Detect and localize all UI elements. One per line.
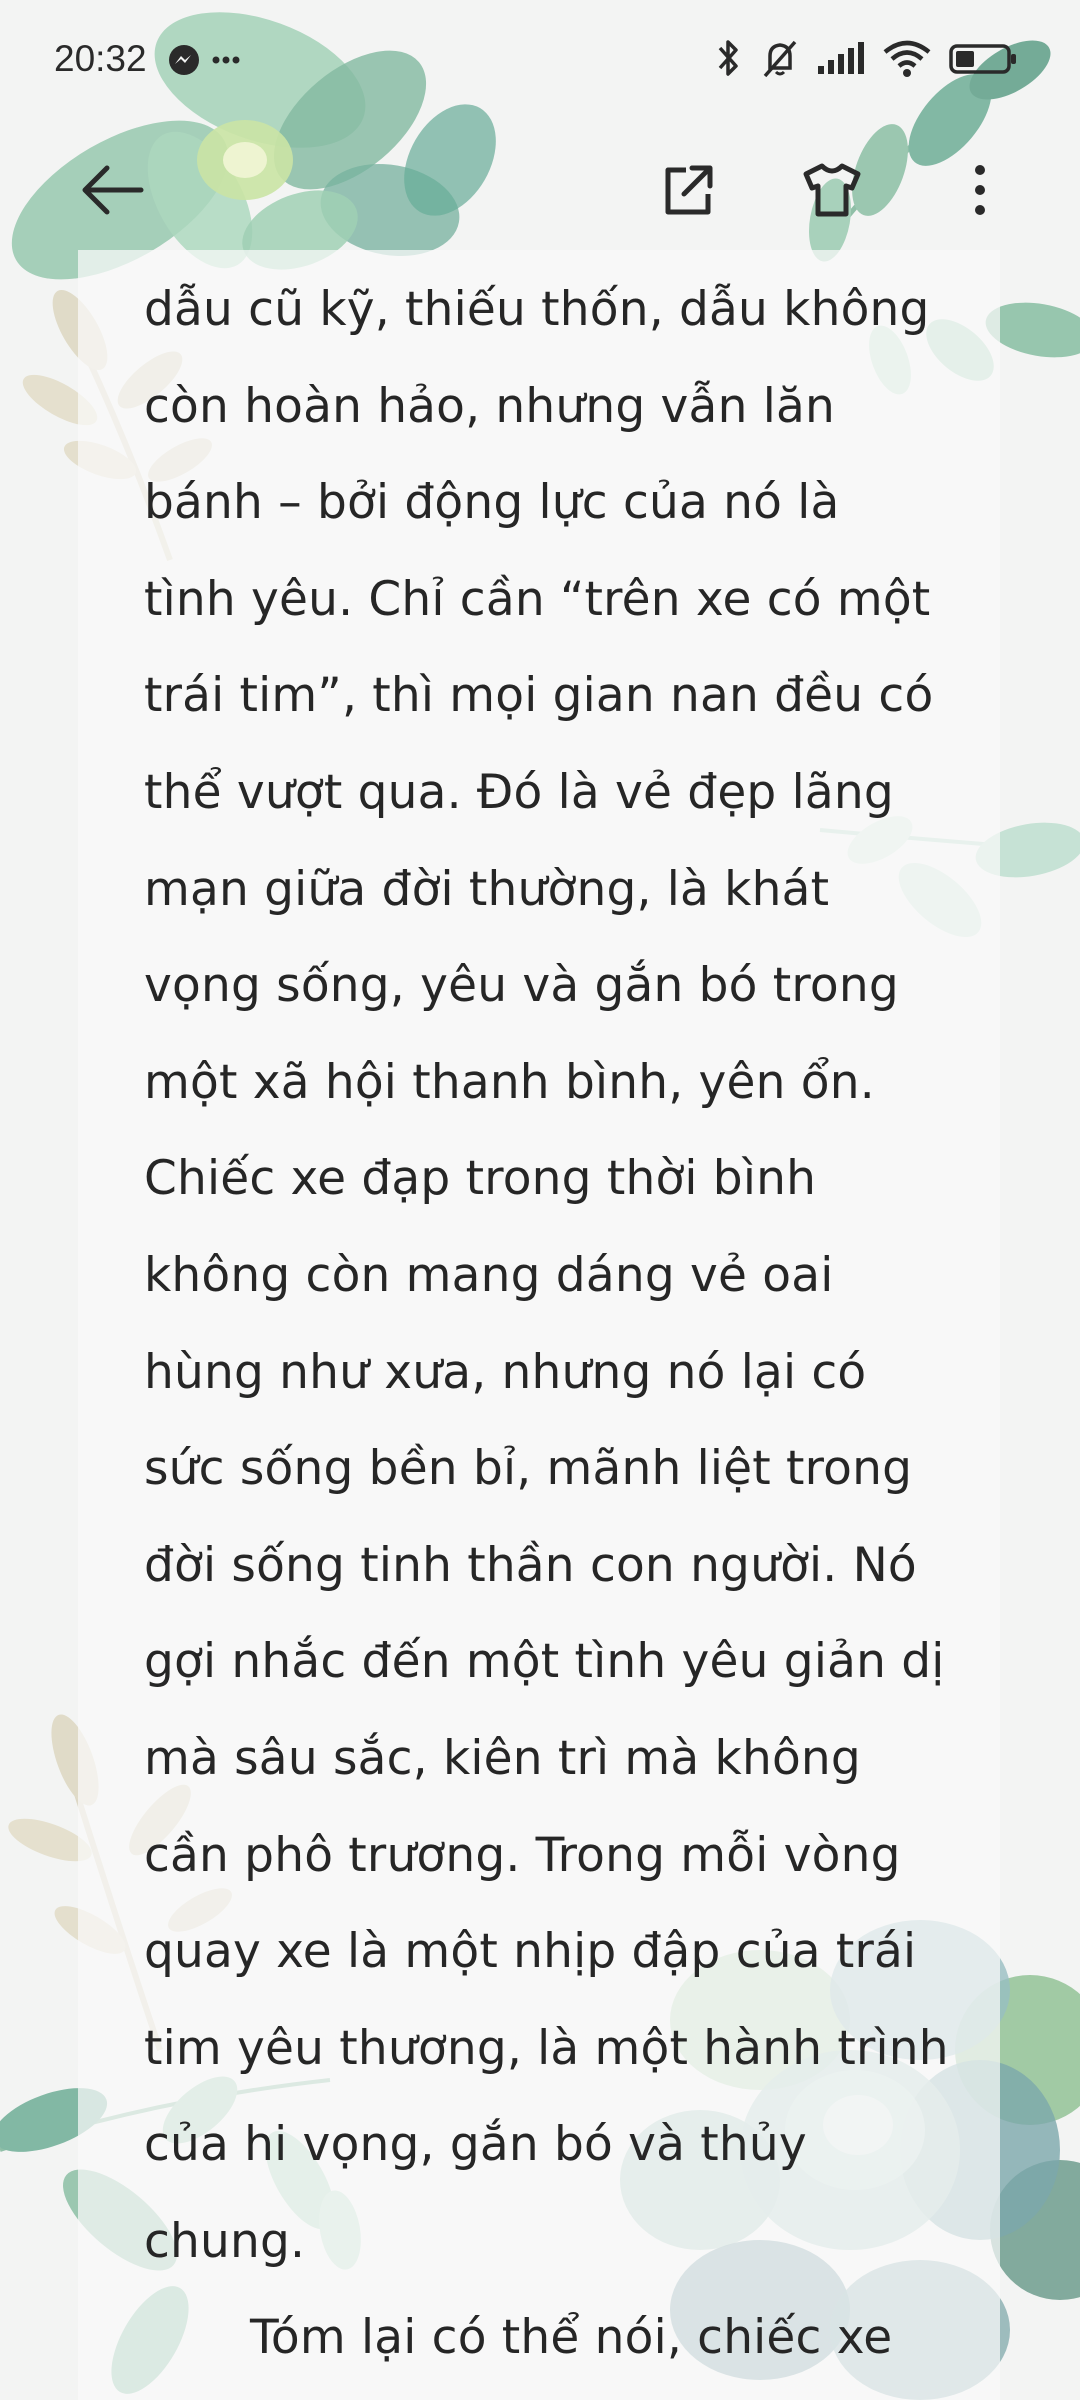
text-line: vọng sống, yêu và gắn bó trong <box>144 958 899 1014</box>
text-line: của hi vọng, gắn bó và thủy <box>144 2117 807 2173</box>
text-line: thể vượt qua. Đó là vẻ đẹp lãng <box>144 764 894 820</box>
text-line: chung. <box>144 2213 306 2269</box>
theme-shirt-icon <box>803 163 861 217</box>
text-line: cần phô trương. Trong mỗi vòng <box>144 1827 901 1883</box>
more-notifications-icon <box>212 56 240 64</box>
text-line: còn hoàn hảo, nhưng vẫn lăn <box>144 378 835 434</box>
battery-icon <box>949 44 1016 74</box>
text-line: sức sống bền bỉ, mãnh liệt trong <box>144 1441 913 1497</box>
text-line: tình yêu. Chỉ cần “trên xe có một <box>144 571 931 627</box>
messenger-icon <box>169 45 199 75</box>
reader-content[interactable]: dẫu cũ kỹ, thiếu thốn, dẫu không còn hoà… <box>144 262 949 2387</box>
open-external-button[interactable] <box>638 140 738 240</box>
open-external-icon <box>665 165 713 215</box>
text-line: quay xe là một nhịp đập của trái <box>144 1924 917 1980</box>
text-line: gợi nhắc đến một tình yêu giản dị <box>144 1634 945 1690</box>
status-left-icons <box>166 40 246 85</box>
text-line: đời sống tinh thần con người. Nó <box>144 1537 917 1593</box>
more-options-button[interactable] <box>930 140 1030 240</box>
wifi-icon <box>883 40 931 77</box>
theme-button[interactable] <box>782 140 882 240</box>
status-bar: 20:32 <box>0 0 1080 120</box>
text-line: mạn giữa đời thường, là khát <box>144 861 830 917</box>
reader-screen: 20:32 dẫu cũ kỹ, thiếu thốn, dẫu không c… <box>0 0 1080 2400</box>
text-line: một xã hội thanh bình, yên ổn. <box>144 1054 875 1110</box>
bluetooth-icon <box>718 40 738 76</box>
status-right-icons <box>714 36 1018 80</box>
signal-icon <box>818 42 864 74</box>
reader-toolbar <box>0 130 1080 250</box>
text-line: Chiếc xe đạp trong thời bình <box>144 1151 817 1207</box>
text-line: bánh – bởi động lực của nó là <box>144 475 840 531</box>
text-line: mà sâu sắc, kiên trì mà không <box>144 1730 861 1786</box>
muted-bell-icon <box>763 40 797 78</box>
back-button[interactable] <box>62 140 162 240</box>
back-arrow-icon <box>82 165 144 215</box>
text-line: hùng như xưa, nhưng nó lại có <box>144 1344 867 1400</box>
next-paragraph-line: Tóm lại có thể nói, chiếc xe <box>250 2310 893 2366</box>
more-vertical-icon <box>975 165 985 215</box>
text-line: không còn mang dáng vẻ oai <box>144 1247 834 1303</box>
text-line: tim yêu thương, là một hành trình <box>144 2020 949 2076</box>
status-time: 20:32 <box>54 38 147 79</box>
text-line: trái tim”, thì mọi gian nan đều có <box>144 668 934 724</box>
text-line: dẫu cũ kỹ, thiếu thốn, dẫu không <box>144 282 930 337</box>
